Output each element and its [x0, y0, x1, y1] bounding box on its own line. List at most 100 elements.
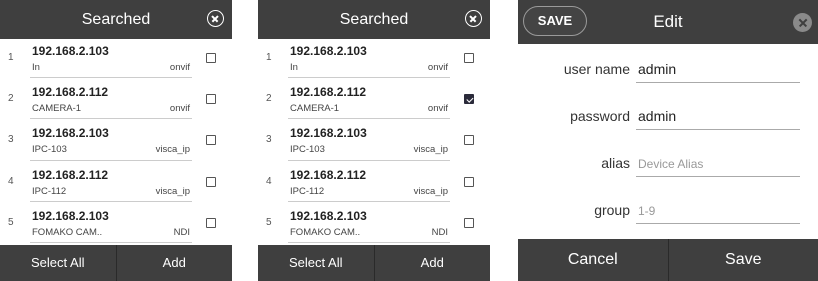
- row-divider: [30, 159, 192, 161]
- close-icon[interactable]: [207, 10, 224, 27]
- checkbox-icon[interactable]: [464, 135, 474, 146]
- user-name-label: user name: [563, 61, 630, 77]
- user-name-input[interactable]: admin: [638, 61, 676, 77]
- field-underline: [636, 176, 800, 177]
- edit-header: SAVE Edit: [518, 0, 818, 44]
- device-name: IPC-103: [32, 144, 67, 156]
- checkbox-icon[interactable]: [464, 176, 474, 187]
- ip-address: 192.168.2.103: [32, 44, 109, 58]
- protocol-label: onvif: [427, 103, 448, 115]
- device-name: CAMERA-1: [32, 103, 82, 115]
- alias-input[interactable]: Device Alias: [638, 157, 703, 171]
- cancel-button[interactable]: Cancel: [518, 239, 669, 281]
- device-name: IPC-112: [290, 185, 325, 197]
- row-index: 4: [8, 175, 14, 187]
- list-item[interactable]: 4 192.168.2.112 IPC-112 visca_ip: [0, 163, 232, 204]
- panel-footer: Select All Add: [258, 245, 490, 281]
- alias-row: alias Device Alias: [518, 138, 818, 185]
- device-name: FOMAKO CAM..: [290, 226, 361, 238]
- device-name: In: [32, 62, 40, 73]
- row-index: 3: [266, 134, 272, 146]
- list-item[interactable]: 5 192.168.2.103 FOMAKO CAM.. NDI: [0, 204, 232, 245]
- password-label: password: [570, 108, 630, 124]
- add-button[interactable]: Add: [375, 245, 491, 281]
- ip-address: 192.168.2.103: [32, 208, 109, 223]
- device-list: 1 192.168.2.103 In onvif 2 192.168.2.112 CAMER…: [258, 39, 490, 245]
- protocol-label: visca_ip: [413, 185, 448, 197]
- edit-footer: Cancel Save: [518, 239, 818, 281]
- row-divider: [30, 118, 192, 120]
- row-divider: [288, 241, 450, 243]
- select-all-button[interactable]: Select All: [0, 245, 117, 281]
- checkbox-icon[interactable]: [464, 217, 474, 228]
- checkbox-icon[interactable]: [206, 176, 216, 187]
- searched-panel-1: Searched 1 192.168.2.103 In onvif 2 192.168.2…: [0, 0, 232, 281]
- add-button[interactable]: Add: [117, 245, 233, 281]
- ip-address: 192.168.2.112: [290, 85, 367, 100]
- ip-address: 192.168.2.103: [290, 126, 367, 141]
- ip-address: 192.168.2.103: [290, 208, 367, 223]
- protocol-label: visca_ip: [155, 185, 190, 197]
- list-item[interactable]: 4 192.168.2.112 IPC-112 visca_ip: [258, 163, 490, 204]
- group-input[interactable]: 1-9: [638, 204, 655, 218]
- list-item[interactable]: 1 192.168.2.103 In onvif: [0, 39, 232, 80]
- field-underline: [636, 129, 800, 130]
- device-name: In: [290, 62, 298, 73]
- row-index: 2: [8, 93, 14, 105]
- password-row: password admin: [518, 91, 818, 138]
- device-name: FOMAKO CAM..: [32, 226, 103, 238]
- list-item[interactable]: 2 192.168.2.112 CAMERA-1 onvif: [0, 80, 232, 121]
- group-label: group: [594, 202, 630, 218]
- protocol-label: onvif: [169, 103, 190, 115]
- ip-address: 192.168.2.112: [32, 85, 109, 100]
- ip-address: 192.168.2.112: [290, 167, 367, 182]
- panel-header: Searched: [258, 0, 490, 39]
- row-index: 5: [266, 216, 272, 228]
- protocol-label: visca_ip: [155, 144, 190, 156]
- device-name: IPC-112: [32, 185, 67, 197]
- user-name-row: user name admin: [518, 44, 818, 91]
- list-item[interactable]: 3 192.168.2.103 IPC-103 visca_ip: [0, 121, 232, 162]
- protocol-label: onvif: [427, 62, 448, 73]
- protocol-label: NDI: [173, 226, 190, 238]
- field-underline: [636, 223, 800, 224]
- group-row: group 1-9: [518, 185, 818, 232]
- row-index: 3: [8, 134, 14, 146]
- list-item[interactable]: 5 192.168.2.103 FOMAKO CAM.. NDI: [258, 204, 490, 245]
- row-index: 5: [8, 216, 14, 228]
- checkbox-icon[interactable]: [206, 53, 216, 63]
- ip-address: 192.168.2.112: [32, 167, 109, 182]
- row-index: 1: [8, 52, 14, 63]
- save-button[interactable]: Save: [669, 239, 818, 281]
- list-item[interactable]: 3 192.168.2.103 IPC-103 visca_ip: [258, 121, 490, 162]
- row-divider: [288, 77, 450, 79]
- protocol-label: onvif: [169, 62, 190, 73]
- close-icon[interactable]: [465, 10, 482, 27]
- close-icon[interactable]: [793, 13, 812, 32]
- checkbox-icon[interactable]: [206, 135, 216, 146]
- select-all-button[interactable]: Select All: [258, 245, 375, 281]
- row-index: 1: [266, 52, 272, 63]
- checkbox-icon[interactable]: [206, 94, 216, 105]
- row-index: 2: [266, 93, 272, 105]
- ip-address: 192.168.2.103: [290, 44, 367, 58]
- checkbox-icon[interactable]: [206, 217, 216, 228]
- checkbox-icon[interactable]: [464, 53, 474, 63]
- row-divider: [30, 241, 192, 243]
- panel-footer: Select All Add: [0, 245, 232, 281]
- row-divider: [288, 159, 450, 161]
- alias-label: alias: [601, 155, 630, 171]
- list-item[interactable]: 2 192.168.2.112 CAMERA-1 onvif: [258, 80, 490, 121]
- searched-panel-2: Searched 1 192.168.2.103 In onvif 2 192.168.2…: [258, 0, 490, 281]
- edit-form: user name admin password admin alias Dev…: [518, 44, 818, 239]
- row-divider: [288, 118, 450, 120]
- edit-panel: SAVE Edit user name admin password admin…: [518, 0, 818, 281]
- ip-address: 192.168.2.103: [32, 126, 109, 141]
- device-list: 1 192.168.2.103 In onvif 2 192.168.2.112 CAMER…: [0, 39, 232, 245]
- protocol-label: NDI: [431, 226, 448, 238]
- field-underline: [636, 82, 800, 83]
- password-input[interactable]: admin: [638, 108, 676, 124]
- device-name: IPC-103: [290, 144, 325, 156]
- list-item[interactable]: 1 192.168.2.103 In onvif: [258, 39, 490, 80]
- checkbox-icon[interactable]: [464, 94, 474, 105]
